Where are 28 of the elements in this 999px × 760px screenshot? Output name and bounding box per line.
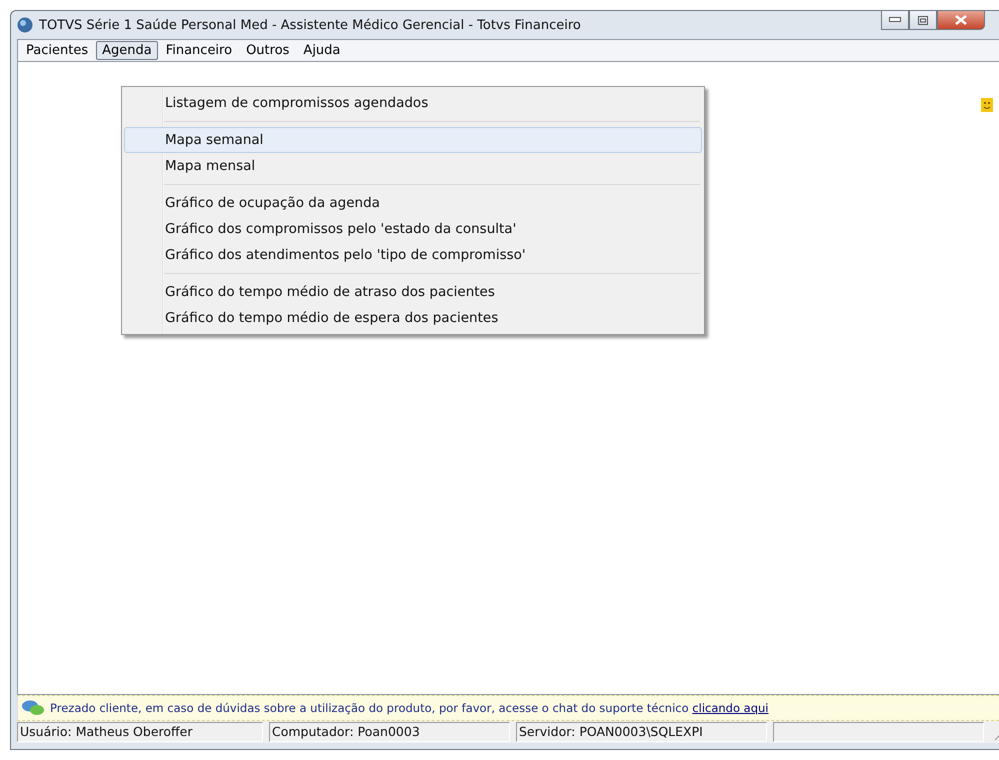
chat-icon (22, 700, 44, 716)
menu-option[interactable]: Gráfico de ocupação da agenda (124, 190, 702, 216)
smiley-icon (981, 98, 993, 112)
minimize-button[interactable] (881, 10, 909, 30)
menu-option[interactable]: Gráfico dos atendimentos pelo 'tipo de compromisso' (124, 242, 702, 268)
menu-option[interactable]: Gráfico do tempo médio de espera dos pacientes (124, 305, 702, 331)
menu-option[interactable]: Listagem de compromissos agendados (124, 90, 702, 116)
maximize-button[interactable] (909, 10, 937, 30)
status-field: Usuário: Matheus Oberoffer (17, 722, 263, 742)
app-logo-icon (17, 17, 33, 33)
menu-item[interactable]: Agenda (96, 41, 158, 60)
menu-item[interactable]: Pacientes (20, 41, 94, 60)
menu-item[interactable]: Outros (240, 41, 296, 60)
status-field: Computador: Poan0003 (269, 722, 510, 742)
support-link[interactable]: clicando aqui (692, 701, 768, 715)
menu-option[interactable]: Gráfico dos compromissos pelo 'estado da consulta' (124, 216, 702, 242)
maximize-icon (918, 16, 928, 24)
menu-option[interactable]: Mapa semanal (124, 127, 702, 153)
support-notice: Prezado cliente, em caso de dúvidas sobre a utilização do produto, por favor, acesse o chat do suporte técnico clicando aqui (50, 701, 768, 715)
menu-option[interactable]: Gráfico do tempo médio de atraso dos pacientes (124, 279, 702, 305)
menu-option[interactable]: Mapa mensal (124, 153, 702, 179)
menu-item[interactable]: Financeiro (160, 41, 238, 60)
menu-item[interactable]: Ajuda (297, 41, 346, 60)
close-button[interactable] (937, 10, 985, 30)
close-icon (955, 15, 967, 25)
minimize-icon (889, 17, 901, 23)
status-field: Servidor: POAN0003\SQLEXPI (516, 722, 767, 742)
window-title: TOTVS Série 1 Saúde Personal Med - Assistente Médico Gerencial - Totvs Financeiro (39, 18, 581, 32)
